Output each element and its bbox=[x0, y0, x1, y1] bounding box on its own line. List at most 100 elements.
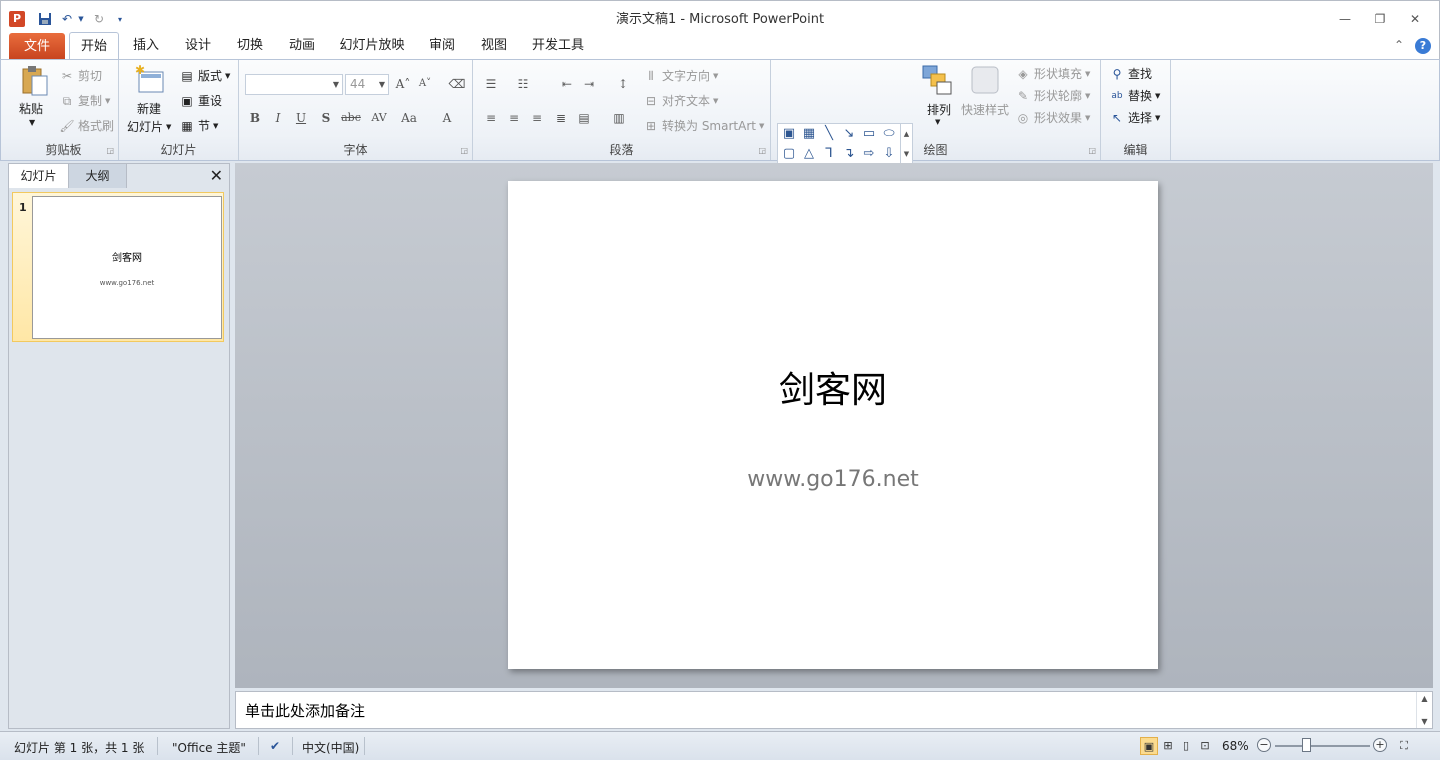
align-center-icon[interactable]: ≡ bbox=[504, 108, 524, 128]
bullets-icon[interactable]: ☰ bbox=[481, 74, 501, 94]
paste-icon[interactable] bbox=[19, 64, 51, 98]
minimize-button[interactable]: — bbox=[1333, 9, 1357, 29]
tab-developer[interactable]: 开发工具 bbox=[525, 32, 591, 59]
section-button[interactable]: ▦ 节 ▼ bbox=[179, 117, 218, 134]
tab-review[interactable]: 审阅 bbox=[421, 32, 463, 59]
clipboard-launcher-icon[interactable]: ◲ bbox=[106, 146, 114, 155]
notes-pane[interactable]: 单击此处添加备注 ▲ ▼ bbox=[235, 691, 1433, 729]
reset-button[interactable]: ▣ 重设 bbox=[179, 92, 222, 109]
slide-title-placeholder[interactable]: 剑客网 bbox=[508, 361, 1158, 413]
font-launcher-icon[interactable]: ◲ bbox=[460, 146, 468, 155]
slide-thumbnail-item[interactable]: 1 剑客网 www.go176.net bbox=[12, 192, 224, 342]
zoom-slider-handle[interactable] bbox=[1302, 738, 1311, 752]
italic-button[interactable]: I bbox=[268, 108, 288, 128]
underline-button[interactable]: U bbox=[291, 108, 311, 128]
columns-icon[interactable]: ▥ bbox=[609, 108, 629, 128]
textbox-shape-icon[interactable]: ▣ bbox=[780, 125, 798, 143]
layout-button[interactable]: ▤ 版式 ▼ bbox=[179, 67, 230, 84]
tab-home[interactable]: 开始 bbox=[69, 32, 119, 60]
normal-view-icon[interactable]: ▣ bbox=[1140, 737, 1158, 755]
drawing-launcher-icon[interactable]: ◲ bbox=[1088, 146, 1096, 155]
line-shape-icon[interactable]: ╲ bbox=[820, 125, 838, 143]
paragraph-launcher-icon[interactable]: ◲ bbox=[758, 146, 766, 155]
cut-button[interactable]: ✂ 剪切 bbox=[59, 67, 102, 84]
elbow-connector-shape-icon[interactable]: ⅂ bbox=[820, 145, 838, 163]
restore-button[interactable]: ❐ bbox=[1368, 9, 1392, 29]
change-case-button[interactable]: Aa bbox=[397, 108, 421, 128]
character-spacing-button[interactable]: AV bbox=[367, 108, 391, 128]
right-arrow-shape-icon[interactable]: ⇨ bbox=[860, 145, 878, 163]
arrow-line-shape-icon[interactable]: ↘ bbox=[840, 125, 858, 143]
tab-animations[interactable]: 动画 bbox=[281, 32, 323, 59]
decrease-indent-icon[interactable]: ⇤ bbox=[557, 74, 577, 94]
tab-slides-panel[interactable]: 幻灯片 bbox=[9, 164, 69, 188]
shape-effects-button[interactable]: ◎ 形状效果 ▼ bbox=[1015, 109, 1091, 126]
shrink-font-icon[interactable]: A˅ bbox=[415, 74, 435, 94]
replace-button[interactable]: ab 替换 ▼ bbox=[1109, 87, 1160, 104]
select-button[interactable]: ↖ 选择 ▼ bbox=[1109, 109, 1160, 126]
numbering-icon[interactable]: ☷ bbox=[513, 74, 533, 94]
language-status[interactable]: 中文(中国) bbox=[302, 739, 359, 756]
clear-formatting-icon[interactable]: ⌫ bbox=[447, 74, 467, 94]
shape-fill-button[interactable]: ◈ 形状填充 ▼ bbox=[1015, 65, 1090, 82]
new-slide-button[interactable]: 幻灯片 ▼ bbox=[127, 118, 171, 135]
text-direction-button[interactable]: ⫴ 文字方向 ▼ bbox=[643, 67, 718, 84]
font-color-button[interactable]: A bbox=[437, 108, 457, 128]
font-name-combo[interactable]: ▼ bbox=[245, 74, 343, 95]
minimize-ribbon-icon[interactable]: ⌃ bbox=[1394, 38, 1404, 52]
rectangle-shape-icon[interactable]: ▭ bbox=[860, 125, 878, 143]
down-arrow-shape-icon[interactable]: ⇩ bbox=[880, 145, 898, 163]
oval-shape-icon[interactable]: ⬭ bbox=[880, 125, 898, 143]
tab-view[interactable]: 视图 bbox=[473, 32, 515, 59]
font-size-combo[interactable]: 44 ▼ bbox=[345, 74, 389, 95]
strikethrough-button[interactable]: abc bbox=[339, 108, 363, 128]
quick-styles-icon[interactable] bbox=[969, 64, 1001, 98]
align-left-icon[interactable]: ≡ bbox=[481, 108, 501, 128]
zoom-level[interactable]: 68% bbox=[1222, 739, 1249, 753]
zoom-in-icon[interactable]: + bbox=[1373, 738, 1387, 752]
fit-to-window-icon[interactable]: ⛶ bbox=[1395, 737, 1413, 755]
notes-placeholder[interactable]: 单击此处添加备注 bbox=[245, 700, 365, 721]
tab-design[interactable]: 设计 bbox=[177, 32, 219, 59]
bold-button[interactable]: B bbox=[245, 108, 265, 128]
tab-outline-panel[interactable]: 大纲 bbox=[69, 164, 127, 188]
close-panel-icon[interactable]: ✕ bbox=[210, 166, 223, 185]
tab-insert[interactable]: 插入 bbox=[125, 32, 167, 59]
smartart-button[interactable]: ⊞ 转换为 SmartArt ▼ bbox=[643, 117, 764, 134]
zoom-slider-track[interactable] bbox=[1275, 745, 1370, 747]
notes-scrollbar[interactable]: ▲ ▼ bbox=[1416, 692, 1432, 728]
format-painter-button[interactable]: 🖌 格式刷 bbox=[59, 117, 114, 134]
paste-dropdown-icon[interactable]: ▼ bbox=[29, 118, 35, 127]
vertical-textbox-shape-icon[interactable]: ▦ bbox=[800, 125, 818, 143]
slideshow-view-icon[interactable]: ⊡ bbox=[1196, 737, 1214, 755]
spellcheck-icon[interactable]: ✔ bbox=[270, 739, 280, 753]
arrange-icon[interactable] bbox=[921, 64, 953, 98]
find-button[interactable]: ⚲ 查找 bbox=[1109, 65, 1152, 82]
new-slide-label-1[interactable]: 新建 bbox=[137, 100, 161, 117]
align-right-icon[interactable]: ≡ bbox=[527, 108, 547, 128]
slide-thumbnail[interactable]: 剑客网 www.go176.net bbox=[32, 196, 222, 339]
tab-slideshow[interactable]: 幻灯片放映 bbox=[333, 32, 411, 59]
paste-button[interactable]: 粘贴 bbox=[19, 100, 43, 117]
quick-styles-button[interactable]: 快速样式 bbox=[961, 101, 1009, 118]
zoom-out-icon[interactable]: − bbox=[1257, 738, 1271, 752]
line-spacing-icon[interactable]: ↕ bbox=[613, 74, 633, 94]
triangle-shape-icon[interactable]: △ bbox=[800, 145, 818, 163]
arrange-dropdown-icon[interactable]: ▼ bbox=[935, 118, 940, 126]
new-slide-icon[interactable]: ✱ bbox=[133, 63, 165, 98]
tab-transitions[interactable]: 切换 bbox=[229, 32, 271, 59]
tab-file[interactable]: 文件 bbox=[9, 33, 65, 59]
increase-indent-icon[interactable]: ⇥ bbox=[579, 74, 599, 94]
shape-outline-button[interactable]: ✎ 形状轮廓 ▼ bbox=[1015, 87, 1090, 104]
arrange-button[interactable]: 排列 bbox=[927, 101, 951, 118]
distributed-icon[interactable]: ▤ bbox=[574, 108, 594, 128]
justify-icon[interactable]: ≣ bbox=[551, 108, 571, 128]
slide-subtitle-placeholder[interactable]: www.go176.net bbox=[508, 467, 1158, 492]
copy-button[interactable]: ⧉ 复制 ▼ bbox=[59, 92, 111, 109]
slide-sorter-view-icon[interactable]: ⊞ bbox=[1159, 737, 1177, 755]
rounded-rect-shape-icon[interactable]: ▢ bbox=[780, 145, 798, 163]
slide-canvas[interactable]: 剑客网 www.go176.net bbox=[508, 181, 1158, 669]
theme-status[interactable]: "Office 主题" bbox=[172, 739, 246, 756]
shadow-button[interactable]: S bbox=[316, 108, 336, 128]
close-window-button[interactable]: ✕ bbox=[1403, 9, 1427, 29]
